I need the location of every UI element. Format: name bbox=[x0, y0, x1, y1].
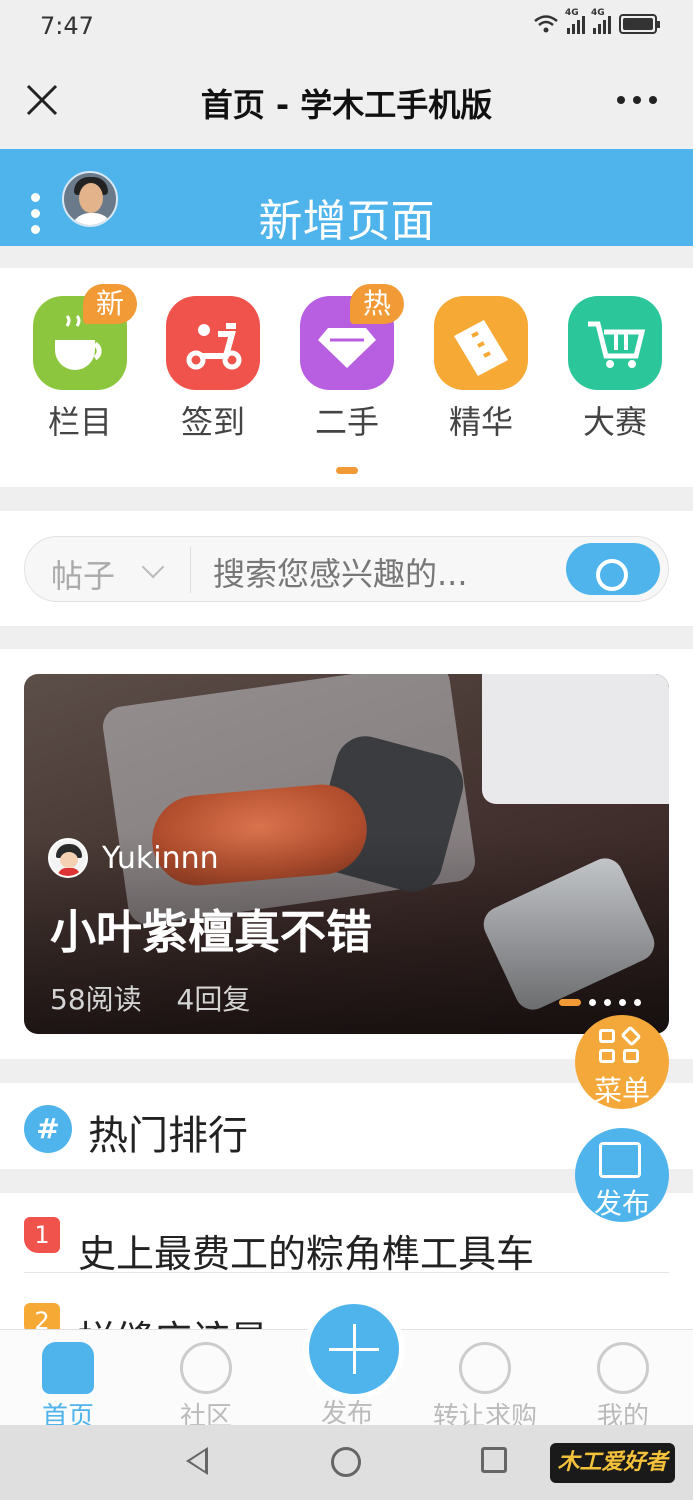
plus-icon bbox=[353, 1324, 356, 1374]
category-label: 栏目 bbox=[47, 403, 112, 441]
category-item-contest[interactable]: 大赛 bbox=[568, 296, 664, 440]
section-title: 热门排行 bbox=[88, 1113, 248, 1159]
menu-float-button[interactable]: 菜单 bbox=[575, 1015, 669, 1109]
tab-transfer[interactable]: 转让求购 bbox=[424, 1342, 546, 1433]
search-divider bbox=[190, 547, 191, 593]
post-headline: 小叶紫檀真不错 bbox=[50, 905, 372, 959]
cup-icon: 新 bbox=[33, 284, 137, 390]
tab-home[interactable]: 首页 bbox=[8, 1342, 128, 1433]
user-icon bbox=[597, 1342, 649, 1394]
page-title: 首页 - 学木工手机版 bbox=[200, 86, 493, 124]
search-button[interactable] bbox=[566, 543, 660, 595]
home-icon bbox=[42, 1342, 94, 1394]
browser-titlebar: 首页 - 学木工手机版 bbox=[0, 52, 693, 149]
list-item[interactable]: 1 史上最费工的粽角榫工具车 bbox=[24, 1193, 669, 1276]
status-icons: 4G 4G bbox=[533, 8, 660, 34]
hot-badge: 热 bbox=[350, 284, 404, 324]
header-title: 新增页面 bbox=[258, 196, 435, 247]
search-scope-select[interactable]: 帖子 bbox=[51, 551, 115, 597]
category-item-lanmu[interactable]: 新 栏目 bbox=[33, 284, 137, 441]
edit-icon bbox=[599, 1142, 641, 1178]
category-item-featured[interactable]: 精华 bbox=[434, 296, 530, 440]
ticket-icon bbox=[434, 296, 528, 390]
scooter-icon bbox=[166, 296, 260, 390]
featured-post-carousel[interactable]: Yukinnn 小叶紫檀真不错 58阅读 4回复 bbox=[24, 674, 669, 1034]
category-item-secondhand[interactable]: 热 二手 bbox=[300, 284, 404, 441]
publish-float-button[interactable]: 发布 bbox=[575, 1128, 669, 1222]
category-item-checkin[interactable]: 签到 bbox=[166, 296, 262, 440]
home-circle-icon[interactable] bbox=[331, 1447, 361, 1477]
exchange-icon bbox=[459, 1342, 511, 1394]
carousel-section: Yukinnn 小叶紫檀真不错 58阅读 4回复 bbox=[0, 649, 693, 1059]
chevron-down-icon[interactable] bbox=[141, 555, 165, 579]
banner-photo-detail bbox=[482, 674, 669, 804]
recent-apps-icon[interactable] bbox=[481, 1447, 507, 1473]
cart-icon bbox=[568, 296, 662, 390]
status-time: 7:47 bbox=[40, 12, 94, 40]
category-label: 签到 bbox=[180, 403, 245, 441]
hashtag-icon: # bbox=[24, 1105, 72, 1153]
list-item-title: 史上最费工的粽角榫工具车 bbox=[78, 1232, 535, 1276]
network-type-1: 4G bbox=[565, 8, 579, 18]
status-bar: 7:47 4G 4G bbox=[0, 0, 693, 52]
strip-page-indicator bbox=[336, 467, 358, 474]
more-options-icon[interactable] bbox=[617, 96, 657, 104]
tab-community[interactable]: 社区 bbox=[146, 1342, 266, 1433]
category-label: 精华 bbox=[448, 403, 513, 441]
post-stats: 58阅读 4回复 bbox=[50, 978, 276, 1018]
wifi-icon bbox=[534, 15, 558, 33]
read-count: 58阅读 bbox=[50, 983, 142, 1016]
author-avatar bbox=[48, 838, 88, 878]
search-section: 帖子 搜索您感兴趣的... bbox=[0, 511, 693, 626]
back-icon[interactable] bbox=[186, 1447, 208, 1475]
carousel-indicator bbox=[559, 999, 641, 1006]
publish-float-label: 发布 bbox=[593, 1187, 650, 1220]
network-type-2: 4G bbox=[591, 8, 605, 18]
category-strip: 新 栏目 签到 热 二手 精华 大赛 bbox=[0, 268, 693, 487]
signal-icon: 4G bbox=[591, 8, 611, 34]
signal-icon: 4G bbox=[565, 8, 585, 34]
search-input[interactable]: 搜索您感兴趣的... bbox=[213, 549, 468, 595]
rank-badge: 1 bbox=[24, 1217, 60, 1253]
post-author[interactable]: Yukinnn bbox=[48, 838, 219, 878]
watermark-logo: 木工爱好者 bbox=[550, 1443, 675, 1483]
publish-center-button[interactable] bbox=[303, 1298, 405, 1400]
diamond-icon: 热 bbox=[300, 284, 404, 390]
menu-float-label: 菜单 bbox=[593, 1074, 650, 1107]
app-header: 新增页面 bbox=[0, 149, 693, 247]
grid-icon bbox=[599, 1025, 645, 1065]
new-badge: 新 bbox=[83, 284, 137, 324]
category-label: 二手 bbox=[314, 403, 379, 441]
battery-icon bbox=[619, 14, 660, 34]
search-bar: 帖子 搜索您感兴趣的... bbox=[24, 536, 669, 602]
reply-count: 4回复 bbox=[176, 983, 251, 1016]
search-icon bbox=[596, 559, 628, 591]
chat-icon bbox=[180, 1342, 232, 1394]
author-name: Yukinnn bbox=[102, 840, 219, 876]
tab-mine[interactable]: 我的 bbox=[563, 1342, 683, 1433]
category-label: 大赛 bbox=[582, 403, 647, 441]
system-nav-bar: 木工爱好者 bbox=[0, 1425, 693, 1500]
